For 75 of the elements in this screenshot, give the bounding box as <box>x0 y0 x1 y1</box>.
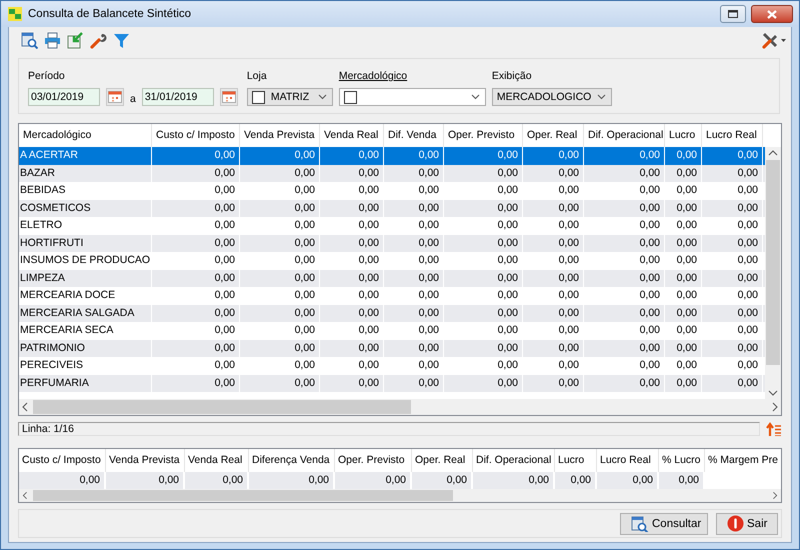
table-cell: 0,00 <box>584 374 665 392</box>
scrollbar[interactable] <box>19 489 781 502</box>
table-row[interactable]: MERCEARIA SALGADA 0,00 0,00 0,00 0,00 0,00 0,00 0,00 0,00 0,00 <box>19 304 765 322</box>
table-row[interactable]: LIMPEZA 0,00 0,00 0,00 0,00 0,00 0,00 0,00 0,00 0,00 <box>19 270 765 287</box>
table-cell: 0,00 <box>249 472 335 489</box>
field-label: Período <box>28 70 66 83</box>
sort-icon[interactable] <box>766 422 782 436</box>
category-dropdown[interactable] <box>338 88 486 106</box>
scrollbar[interactable] <box>765 147 781 399</box>
calendar-button[interactable] <box>220 88 238 106</box>
field-label: Exibição <box>492 70 533 83</box>
exit-button[interactable]: Sair <box>716 512 778 534</box>
table-cell: 0,00 <box>659 472 705 489</box>
calendar-button[interactable] <box>106 88 124 106</box>
tools-menu-button[interactable] <box>760 30 788 50</box>
power-icon <box>727 515 744 532</box>
table-cell: 0,00 <box>412 472 473 489</box>
table-cell: 0,00 <box>320 374 384 392</box>
table-cell: 0,00 <box>523 374 584 392</box>
printer-button[interactable] <box>43 30 62 50</box>
checkbox[interactable] <box>344 90 357 104</box>
status-field: Linha: 1/16 <box>18 422 760 436</box>
table-cell: PERFUMARIA <box>19 374 152 392</box>
preview-button[interactable] <box>20 30 39 50</box>
export-icon <box>67 32 84 48</box>
restore-button[interactable] <box>720 5 746 23</box>
column-header[interactable]: % Margem Pre <box>705 449 781 472</box>
range-separator: a <box>130 92 136 105</box>
wrench-icon <box>90 32 107 48</box>
table-cell: 0,00 <box>106 472 185 489</box>
field-label: Mercadológico <box>338 70 408 83</box>
date-field[interactable]: 31/01/2019 <box>142 88 214 106</box>
table-row[interactable]: BAZAR 0,00 0,00 0,00 0,00 0,00 0,00 0,00 0,00 0,00 <box>19 164 765 182</box>
table-cell: 0,00 <box>702 374 763 392</box>
table-cell: 0,00 <box>335 472 412 489</box>
chevron-down-icon <box>470 94 480 100</box>
app-icon <box>7 6 23 22</box>
store-dropdown[interactable]: MATRIZ <box>246 88 333 106</box>
table-cell: 0,00 <box>240 374 320 392</box>
date-field[interactable]: 03/01/2019 <box>28 88 100 106</box>
table-cell: 0,00 <box>185 472 249 489</box>
filter-icon <box>113 32 130 48</box>
search-button[interactable]: Consultar <box>620 512 708 534</box>
table-row[interactable]: PERFUMARIA 0,00 0,00 0,00 0,00 0,00 0,00 0,00 0,00 0,00 <box>19 374 765 392</box>
scrollbar[interactable] <box>19 399 781 415</box>
table-cell: 0,00 <box>597 472 659 489</box>
export-button[interactable] <box>66 30 85 50</box>
table-cell: 0,00 <box>384 374 444 392</box>
table-row[interactable]: COSMETICOS 0,00 0,00 0,00 0,00 0,00 0,00 0,00 0,00 0,00 <box>19 200 765 217</box>
close-icon <box>767 10 777 18</box>
window-title: Consulta de Balancete Sintético <box>28 8 192 20</box>
table-cell: 0,00 <box>555 472 597 489</box>
table-cell: 0,00 <box>665 374 702 392</box>
table-cell: 0,00 <box>473 472 555 489</box>
tools-icon <box>761 31 787 49</box>
restore-icon <box>728 10 738 18</box>
table-row[interactable]: PATRIMONIO 0,00 0,00 0,00 0,00 0,00 0,00 0,00 0,00 0,00 <box>19 340 765 357</box>
table-cell: 0,00 <box>152 374 240 392</box>
calendar-icon <box>108 91 122 103</box>
dropdown-value: MATRIZ <box>270 91 310 103</box>
chevron-down-icon <box>597 94 606 100</box>
table-cell: 0,00 <box>19 472 106 489</box>
table-row[interactable]: A ACERTAR 0,00 0,00 0,00 0,00 0,00 0,00 0,00 0,00 0,00 <box>19 147 765 164</box>
table-cell: 0,00 <box>444 374 523 392</box>
field-label: Loja <box>246 70 268 83</box>
close-button[interactable] <box>751 5 793 23</box>
search-icon <box>631 516 649 532</box>
preview-icon <box>21 32 38 48</box>
dropdown-value: MERCADOLOGICO <box>496 91 592 103</box>
display-dropdown[interactable]: MERCADOLOGICO <box>492 88 612 106</box>
calendar-icon <box>222 91 236 103</box>
chevron-down-icon <box>318 94 327 100</box>
checkbox[interactable] <box>252 90 265 104</box>
printer-icon <box>44 32 61 48</box>
table-row[interactable]: HORTIFRUTI 0,00 0,00 0,00 0,00 0,00 0,00 0,00 0,00 0,00 <box>19 234 765 252</box>
